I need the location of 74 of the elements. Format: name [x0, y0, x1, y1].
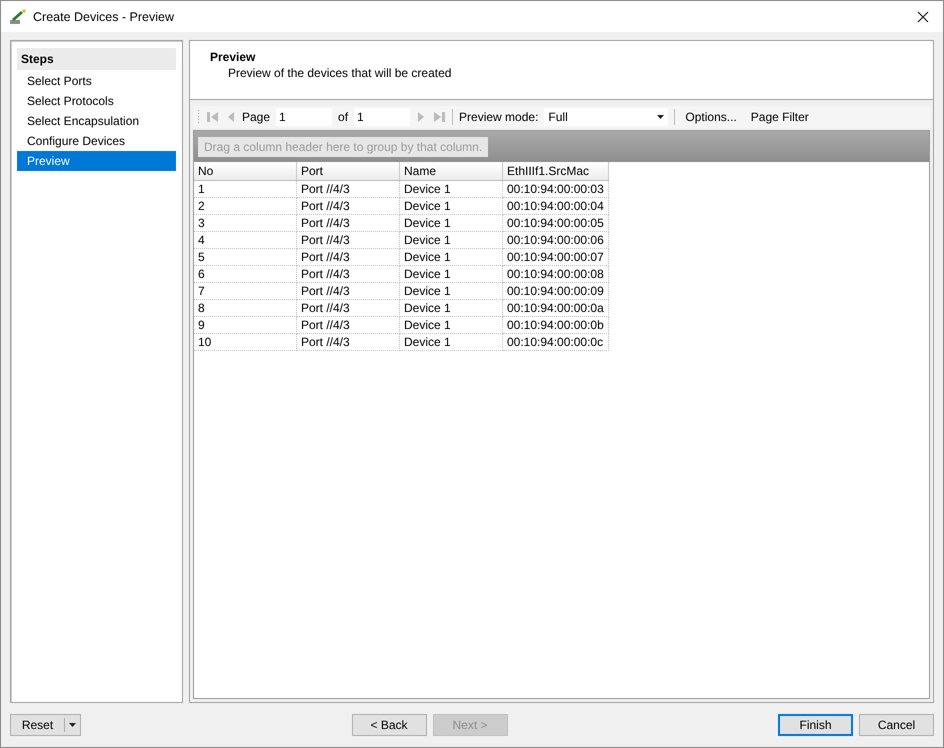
page-label: Page [242, 110, 270, 124]
table-cell: Device 1 [400, 266, 502, 282]
step-item[interactable]: Preview [17, 151, 176, 171]
window-title: Create Devices - Preview [33, 10, 176, 24]
table-cell: 00:10:94:00:00:0a [502, 300, 608, 316]
step-item[interactable]: Select Protocols [17, 91, 176, 111]
table-cell: Port //4/3 [296, 248, 400, 266]
table-cell: 00:10:94:00:00:03 [502, 180, 608, 198]
preview-mode-label: Preview mode: [459, 110, 538, 124]
table-cell: Device 1 [400, 248, 502, 266]
table-cell: 00:10:94:00:00:07 [502, 248, 608, 266]
table-cell: Device 1 [400, 198, 502, 214]
caret-icon[interactable] [69, 723, 76, 727]
step-item[interactable]: Select Ports [17, 71, 176, 91]
group-hint: Drag a column header here to group by that column. [198, 136, 488, 156]
table-cell: 9 [194, 316, 296, 334]
table-cell: Device 1 [400, 334, 502, 350]
caret-icon[interactable] [657, 115, 664, 119]
column-header[interactable]: No [194, 162, 296, 180]
table-cell: Device 1 [400, 214, 502, 232]
last-page-icon[interactable] [432, 110, 446, 124]
table-cell: Port //4/3 [296, 214, 400, 232]
toolbar-button[interactable]: Page Filter [746, 110, 813, 124]
of-label: of [338, 110, 348, 124]
table-cell: 10 [194, 334, 296, 350]
step-item[interactable]: Configure Devices [17, 131, 176, 151]
table-cell: Port //4/3 [296, 180, 400, 198]
table-cell: 00:10:94:00:00:06 [502, 232, 608, 248]
close-icon[interactable] [917, 10, 929, 22]
dialog-button[interactable]: Finish [778, 714, 853, 736]
toolbar-button[interactable]: Options... [681, 110, 741, 124]
steps-heading: Steps [17, 48, 176, 70]
table-cell: Port //4/3 [296, 300, 400, 316]
table-cell: 2 [194, 198, 296, 214]
table-cell: 3 [194, 214, 296, 232]
table-cell: 6 [194, 266, 296, 282]
table-cell: 00:10:94:00:00:04 [502, 198, 608, 214]
table-cell: 00:10:94:00:00:09 [502, 282, 608, 300]
table-cell: Device 1 [400, 180, 502, 198]
table-cell: Device 1 [400, 316, 502, 334]
column-header[interactable]: Name [400, 162, 502, 180]
total-pages-field[interactable]: 1 [354, 108, 410, 126]
table-cell: Device 1 [400, 300, 502, 316]
table-cell: Port //4/3 [296, 232, 400, 248]
table-cell: 5 [194, 248, 296, 266]
column-header[interactable]: EthIIIf1.SrcMac [502, 162, 608, 180]
previous-page-icon[interactable] [226, 110, 236, 124]
next-page-icon[interactable] [416, 110, 426, 124]
reset-button[interactable]: Reset [10, 714, 81, 736]
table-cell: 00:10:94:00:00:0b [502, 316, 608, 334]
page-heading: Preview [210, 50, 256, 64]
table-cell: 00:10:94:00:00:0c [502, 334, 608, 350]
page-field[interactable]: 1 [276, 108, 332, 126]
preview-mode-dropdown[interactable]: Full [544, 108, 668, 126]
column-header[interactable]: Port [296, 162, 400, 180]
nav-button[interactable]: < Back [352, 714, 426, 736]
table-cell: 4 [194, 232, 296, 248]
table-cell: 7 [194, 282, 296, 300]
table-cell: Device 1 [400, 282, 502, 300]
table-cell: 1 [194, 180, 296, 198]
table-cell: Port //4/3 [296, 316, 400, 334]
wizard-icon [9, 8, 27, 26]
table-cell: Device 1 [400, 232, 502, 248]
first-page-icon[interactable] [206, 110, 220, 124]
page-description: Preview of the devices that will be created [227, 66, 452, 80]
table-cell: 8 [194, 300, 296, 316]
step-item[interactable]: Select Encapsulation [17, 111, 176, 131]
table-cell: Port //4/3 [296, 282, 400, 300]
table-cell: Port //4/3 [296, 266, 400, 282]
dialog-button[interactable]: Cancel [859, 714, 934, 736]
table-cell: 00:10:94:00:00:08 [502, 266, 608, 282]
table-cell: Port //4/3 [296, 334, 400, 350]
table-cell: 00:10:94:00:00:05 [502, 214, 608, 232]
table-cell: Port //4/3 [296, 198, 400, 214]
